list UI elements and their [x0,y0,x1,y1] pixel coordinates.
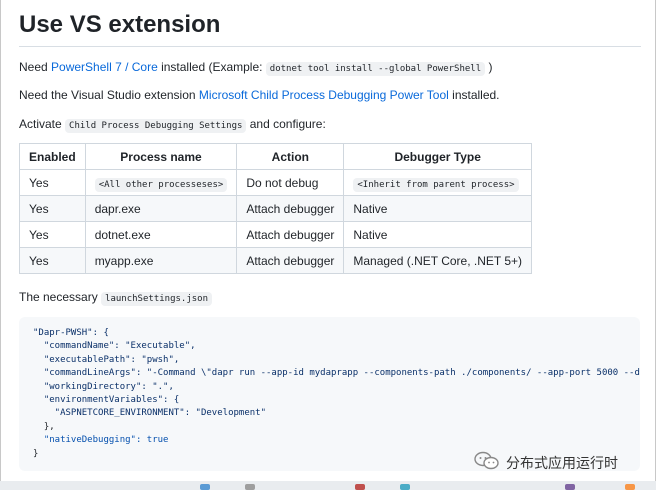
paragraph-activate: Activate Child Process Debugging Setting… [19,117,326,133]
code-line: "commandLineArgs": "-Command \"dapr run … [33,368,640,379]
cell-process-name: dotnet.exe [84,221,238,248]
taskbar-app-icon[interactable] [565,484,575,490]
child-process-tool-link[interactable]: Microsoft Child Process Debugging Power … [199,88,449,102]
table-row: Yes dotnet.exe Attach debugger Native [19,221,533,248]
header-process-name: Process name [84,143,238,170]
paragraph-powershell: Need PowerShell 7 / Core installed (Exam… [19,60,493,76]
cell-debugger-type: Native [343,221,533,248]
taskbar [0,481,656,490]
paragraph-extension: Need the Visual Studio extension Microso… [19,88,500,102]
window-left-border [0,0,1,490]
header-enabled: Enabled [19,143,86,170]
cell-debugger-type: Native [343,195,533,222]
page-title: Use VS extension [19,10,641,47]
install-command-code: dotnet tool install --global PowerShell [265,62,486,76]
table-header-row: Enabled Process name Action Debugger Typ… [19,143,533,170]
table-row: Yes <All other processeses> Do not debug… [19,169,533,196]
taskbar-app-icon[interactable] [400,484,410,490]
launch-settings-code: launchSettings.json [101,292,212,306]
powershell-link[interactable]: PowerShell 7 / Core [51,60,158,74]
code-block[interactable]: "Dapr-PWSH": { "commandName": "Executabl… [19,317,640,471]
code-line: "ASPNETCORE_ENVIRONMENT": "Development" [33,408,266,419]
cell-action: Attach debugger [236,221,345,248]
cell-debugger-type: Managed (.NET Core, .NET 5+) [343,247,533,274]
code-line: "environmentVariables": { [33,395,180,406]
cell-process-name: myapp.exe [84,247,238,274]
cell-enabled: Yes [19,247,86,274]
cell-action: Attach debugger [236,195,345,222]
code-line: "executablePath": "pwsh", [33,354,180,365]
cell-enabled: Yes [19,169,86,196]
code-line: } [33,448,39,459]
taskbar-app-icon[interactable] [245,484,255,490]
code-line: }, [33,421,55,432]
code-content: "Dapr-PWSH": { "commandName": "Executabl… [19,317,640,471]
wechat-icon [474,451,500,476]
table-row: Yes myapp.exe Attach debugger Managed (.… [19,247,533,274]
cell-action: Do not debug [236,169,345,196]
watermark-text: 分布式应用运行时 [506,456,618,472]
cell-action: Attach debugger [236,247,345,274]
code-line: "Dapr-PWSH": { [33,328,109,338]
cell-enabled: Yes [19,221,86,248]
header-action: Action [236,143,345,170]
cell-process-name: <All other processeses> [84,169,238,196]
taskbar-app-icon[interactable] [625,484,635,490]
header-debugger-type: Debugger Type [343,143,533,170]
code-line: "workingDirectory": ".", [33,381,174,392]
code-line: "commandName": "Executable", [33,341,196,352]
taskbar-app-icon[interactable] [200,484,210,490]
paragraph-launch-settings: The necessary launchSettings.json [19,289,212,307]
taskbar-app-icon[interactable] [355,484,365,490]
settings-code: Child Process Debugging Settings [65,119,247,133]
code-line: "nativeDebugging": true [33,435,169,446]
cell-process-name: dapr.exe [84,195,238,222]
watermark: 分布式应用运行时 [474,451,644,476]
cell-debugger-type: <Inherit from parent process> [343,169,533,196]
debug-settings-table: Enabled Process name Action Debugger Typ… [19,143,533,274]
table-row: Yes dapr.exe Attach debugger Native [19,195,533,222]
cell-enabled: Yes [19,195,86,222]
